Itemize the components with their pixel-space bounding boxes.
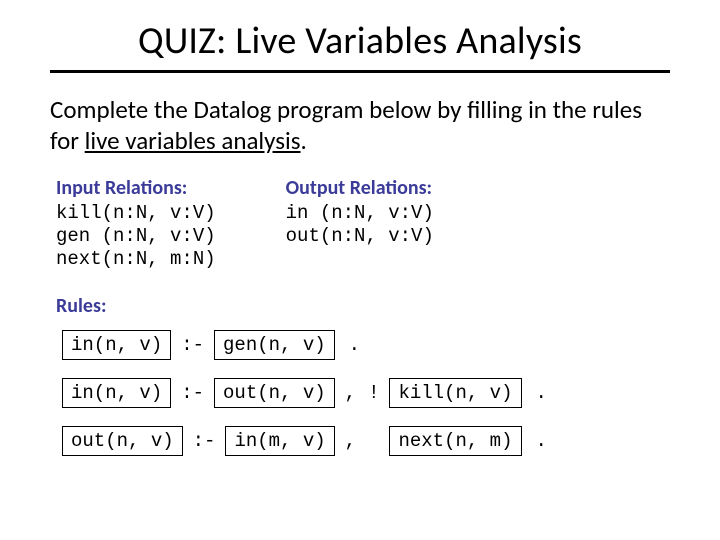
comma: , (343, 430, 358, 452)
spacer (366, 430, 381, 452)
rule-body-box[interactable]: in(m, v) (225, 426, 334, 456)
rule-row: in(n, v) :- gen(n, v) . (62, 330, 670, 360)
rule-period: . (343, 334, 360, 356)
rule-row: in(n, v) :- out(n, v) , ! kill(n, v) . (62, 378, 670, 408)
instruction-text: Complete the Datalog program below by fi… (50, 95, 670, 156)
rules-heading: Rules: (56, 294, 670, 318)
output-relations-heading: Output Relations: (286, 176, 434, 200)
negation: ! (366, 382, 381, 404)
page-title: QUIZ: Live Variables Analysis (50, 18, 670, 64)
output-relations-body: in (n:N, v:V) out(n:N, v:V) (286, 202, 434, 248)
input-relations-heading: Input Relations: (56, 176, 216, 200)
rule-row: out(n, v) :- in(m, v) , next(n, m) . (62, 426, 670, 456)
input-relations: Input Relations: kill(n:N, v:V) gen (n:N… (56, 176, 216, 272)
rule-head-box[interactable]: in(n, v) (62, 378, 171, 408)
input-relations-body: kill(n:N, v:V) gen (n:N, v:V) next(n:N, … (56, 202, 216, 272)
rule-body-box[interactable]: out(n, v) (214, 378, 335, 408)
instruction-post: . (301, 125, 307, 156)
relations-block: Input Relations: kill(n:N, v:V) gen (n:N… (56, 176, 670, 272)
deriv-symbol: :- (179, 334, 206, 356)
rule-period: . (530, 430, 547, 452)
rules-list: in(n, v) :- gen(n, v) . in(n, v) :- out(… (62, 330, 670, 456)
rule-body-box[interactable]: kill(n, v) (389, 378, 521, 408)
output-relations: Output Relations: in (n:N, v:V) out(n:N,… (286, 176, 434, 272)
deriv-symbol: :- (191, 430, 218, 452)
rule-period: . (530, 382, 547, 404)
rule-body-box[interactable]: gen(n, v) (214, 330, 335, 360)
rule-body-box[interactable]: next(n, m) (389, 426, 521, 456)
instruction-underline: live variables analysis (85, 125, 301, 156)
title-divider (50, 70, 670, 73)
rule-head-box[interactable]: out(n, v) (62, 426, 183, 456)
rule-head-box[interactable]: in(n, v) (62, 330, 171, 360)
deriv-symbol: :- (179, 382, 206, 404)
comma: , (343, 382, 358, 404)
